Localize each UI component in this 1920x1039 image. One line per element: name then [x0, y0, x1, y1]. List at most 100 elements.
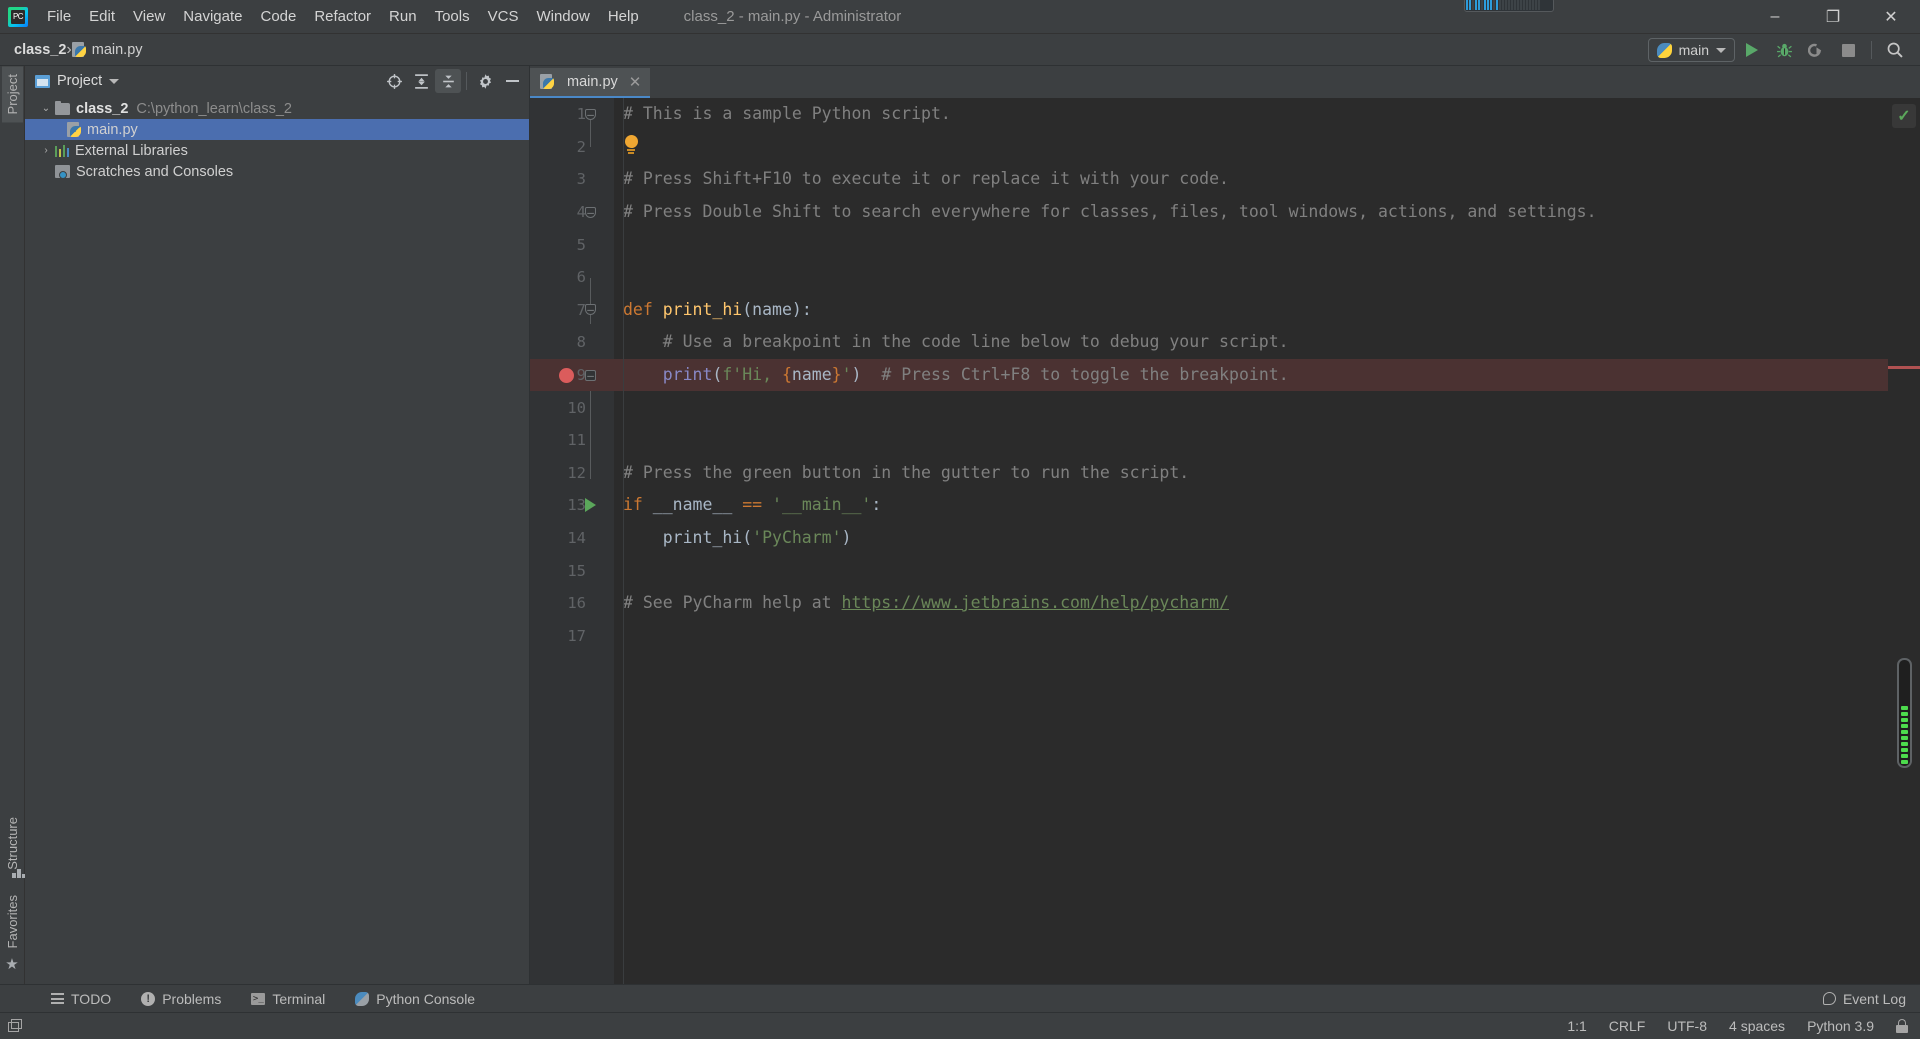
stop-button[interactable]: [1833, 37, 1863, 63]
code-line-15[interactable]: [614, 554, 1888, 587]
code-line-9[interactable]: print(f'Hi, {name}') # Press Ctrl+F8 to …: [614, 358, 1888, 392]
close-window-button[interactable]: ✕: [1862, 0, 1920, 34]
debug-button[interactable]: [1769, 37, 1799, 63]
chevron-down-icon[interactable]: ⌄: [37, 103, 55, 114]
code-line-12[interactable]: # Press the green button in the gutter t…: [614, 457, 1888, 490]
code-line-1[interactable]: # This is a sample Python script.: [614, 98, 1888, 131]
caret-position[interactable]: 1:1: [1567, 1018, 1586, 1034]
breakpoint-marker[interactable]: [559, 367, 574, 383]
help-url-link[interactable]: https://www.jetbrains.com/help/pycharm/: [842, 593, 1229, 612]
code-line-6[interactable]: [614, 261, 1888, 294]
code-line-10[interactable]: [614, 391, 1888, 424]
file-encoding[interactable]: UTF-8: [1667, 1018, 1707, 1034]
fold-toggle-4[interactable]: –: [585, 206, 596, 219]
fold-toggle-7[interactable]: –: [585, 303, 596, 316]
tree-node-external-libraries[interactable]: › External Libraries: [25, 140, 529, 161]
menu-help[interactable]: Help: [599, 5, 648, 28]
tab-main-py-label: main.py: [567, 74, 618, 90]
editor-markers-panel[interactable]: ✓: [1888, 98, 1920, 984]
sidebar-item-structure[interactable]: Structure: [2, 809, 23, 878]
code-line-1-text: # This is a sample Python script.: [623, 104, 951, 123]
line-number-13: 13: [567, 496, 586, 515]
close-tab-icon[interactable]: ✕: [629, 73, 642, 91]
lock-icon[interactable]: [1896, 1019, 1908, 1033]
code-line-3[interactable]: # Press Shift+F10 to execute it or repla…: [614, 163, 1888, 196]
run-button[interactable]: [1737, 37, 1767, 63]
minimize-button[interactable]: –: [1746, 0, 1804, 34]
search-everywhere-button[interactable]: [1880, 37, 1910, 63]
line-number-16: 16: [567, 594, 586, 613]
toggle-tool-windows-icon[interactable]: [8, 1019, 23, 1033]
event-log-button[interactable]: Event Log: [1822, 991, 1906, 1007]
bottom-tab-problems[interactable]: ! Problems: [128, 988, 234, 1010]
menu-vcs[interactable]: VCS: [479, 5, 528, 28]
code-line-16[interactable]: # See PyCharm help at https://www.jetbra…: [614, 587, 1888, 620]
menu-code[interactable]: Code: [251, 5, 305, 28]
lightbulb-base-2: [628, 152, 634, 154]
menu-file[interactable]: File: [38, 5, 80, 28]
settings-gear-icon: [479, 73, 491, 89]
breadcrumb-project[interactable]: class_2: [14, 42, 66, 58]
tree-node-scratches[interactable]: Scratches and Consoles: [25, 161, 529, 182]
lightbulb-icon[interactable]: [623, 135, 639, 155]
project-panel-title[interactable]: Project: [35, 73, 120, 89]
bottom-tool-window-stripe: TODO ! Problems >_ Terminal Python Conso…: [0, 984, 1920, 1012]
expand-all-button[interactable]: [408, 69, 434, 93]
code-line-7[interactable]: def print_hi(name):: [614, 294, 1888, 327]
run-configuration-selector[interactable]: main: [1647, 38, 1735, 62]
code-line-14[interactable]: print_hi('PyCharm'): [614, 522, 1888, 555]
menu-vcs-label: VCS: [487, 8, 519, 25]
code-line-4[interactable]: # Press Double Shift to search everywher…: [614, 196, 1888, 229]
menu-view[interactable]: View: [124, 5, 174, 28]
breadcrumb-file[interactable]: main.py: [71, 41, 143, 58]
menu-tools[interactable]: Tools: [426, 5, 479, 28]
tree-node-main-py[interactable]: main.py: [25, 119, 529, 140]
line-separator[interactable]: CRLF: [1609, 1018, 1646, 1034]
run-with-coverage-button[interactable]: [1801, 37, 1831, 63]
breakpoint-stripe-marker[interactable]: [1888, 366, 1920, 369]
code-line-2[interactable]: [614, 131, 1888, 164]
fold-toggle-1[interactable]: –: [585, 108, 596, 121]
menu-tools-label: Tools: [434, 8, 470, 25]
hide-panel-button[interactable]: [499, 69, 525, 93]
menu-run[interactable]: Run: [380, 5, 426, 28]
indent-setting[interactable]: 4 spaces: [1729, 1018, 1785, 1034]
run-line-marker[interactable]: [585, 498, 596, 513]
bottom-tab-python-console[interactable]: Python Console: [342, 988, 488, 1010]
sidebar-item-project[interactable]: Project: [1, 66, 23, 123]
tree-node-class-2[interactable]: ⌄ class_2 C:\python_learn\class_2: [25, 98, 529, 119]
memory-usage-indicator[interactable]: [1897, 658, 1912, 768]
menu-edit[interactable]: Edit: [80, 5, 124, 28]
navigation-bar: class_2 › main.py main: [0, 34, 1920, 66]
bottom-tab-terminal[interactable]: >_ Terminal: [238, 988, 338, 1010]
maximize-restore-button[interactable]: ❐: [1804, 0, 1862, 34]
todo-icon: [51, 993, 64, 1004]
menu-run-label: Run: [389, 8, 417, 25]
bottom-tab-todo[interactable]: TODO: [38, 988, 124, 1010]
sidebar-item-favorites-label: Favorites: [4, 894, 20, 948]
menu-window[interactable]: Window: [527, 5, 598, 28]
code-text-area[interactable]: # This is a sample Python script. # Pres…: [614, 98, 1888, 984]
logo-text: PC: [12, 11, 24, 21]
inspection-status-badge[interactable]: ✓: [1892, 104, 1916, 128]
sidebar-item-favorites[interactable]: Favorites: [2, 887, 23, 956]
lightbulb-base: [627, 149, 635, 151]
code-line-13[interactable]: if __name__ == '__main__':: [614, 489, 1888, 522]
menu-refactor[interactable]: Refactor: [305, 5, 380, 28]
python-interpreter[interactable]: Python 3.9: [1807, 1018, 1874, 1034]
tab-main-py[interactable]: main.py ✕: [530, 68, 651, 98]
memory-indicator[interactable]: [1464, 0, 1554, 12]
code-line-8[interactable]: # Use a breakpoint in the code line belo…: [614, 326, 1888, 359]
code-line-11[interactable]: [614, 424, 1888, 457]
menu-navigate[interactable]: Navigate: [174, 5, 251, 28]
code-line-17[interactable]: [614, 620, 1888, 653]
project-panel-header: Project: [25, 66, 529, 96]
collapse-all-button[interactable]: [435, 69, 461, 93]
code-line-5[interactable]: [614, 228, 1888, 261]
menu-refactor-label: Refactor: [314, 8, 372, 25]
chevron-right-icon[interactable]: ›: [37, 145, 55, 156]
select-opened-file-button[interactable]: [381, 69, 407, 93]
fold-toggle-9[interactable]: –: [585, 369, 596, 382]
project-settings-button[interactable]: [472, 69, 498, 93]
editor-gutter[interactable]: 1 – 2 3 4 – 5 6 7 – 8 9 – 10 11 12 13 14…: [530, 98, 614, 984]
